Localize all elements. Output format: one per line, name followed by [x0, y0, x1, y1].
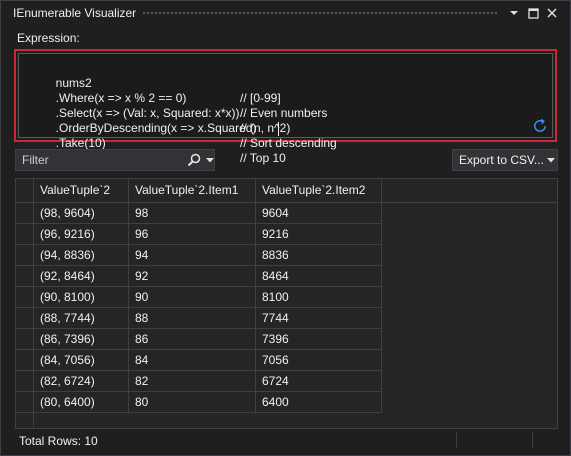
code-line-5: .Take(10) // Top 10	[29, 121, 286, 165]
row-header[interactable]	[16, 350, 34, 370]
table-cell[interactable]: (94, 8836)	[34, 245, 129, 265]
drag-grip[interactable]	[142, 10, 498, 16]
text-caret	[278, 122, 279, 136]
close-icon[interactable]	[544, 5, 560, 21]
table-cell[interactable]: 94	[129, 245, 256, 265]
row-header[interactable]	[16, 287, 34, 307]
table-cell[interactable]: 86	[129, 329, 256, 349]
table-cell[interactable]: (96, 9216)	[34, 224, 129, 244]
code-comment: // [0-99]	[240, 91, 281, 105]
table-cell[interactable]: (80, 6400)	[34, 392, 129, 412]
status-divider	[456, 432, 457, 448]
code-comment: // Top 10	[240, 151, 286, 165]
table-row[interactable]: (82, 6724) 82 6724	[16, 371, 382, 392]
chevron-down-icon[interactable]	[206, 158, 214, 163]
table-cell[interactable]: 8464	[256, 266, 382, 286]
table-cell[interactable]: 82	[129, 371, 256, 391]
row-header[interactable]	[16, 329, 34, 349]
table-cell[interactable]: (82, 6724)	[34, 371, 129, 391]
table-cell[interactable]: (88, 7744)	[34, 308, 129, 328]
export-to-csv-button[interactable]: Export to CSV...	[452, 149, 558, 171]
row-header[interactable]	[16, 392, 34, 412]
expression-label: Expression:	[17, 31, 80, 45]
row-header[interactable]	[16, 224, 34, 244]
table-cell[interactable]: 80	[129, 392, 256, 412]
table-cell[interactable]: 7056	[256, 350, 382, 370]
table-cell[interactable]: 8836	[256, 245, 382, 265]
export-label: Export to CSV...	[459, 153, 544, 167]
maximize-icon[interactable]	[525, 5, 541, 21]
row-header[interactable]	[16, 203, 34, 223]
column-header[interactable]: ValueTuple`2.Item1	[129, 179, 256, 202]
table-cell[interactable]: (92, 8464)	[34, 266, 129, 286]
table-cell[interactable]: 88	[129, 308, 256, 328]
table-row[interactable]: (96, 9216) 96 9216	[16, 224, 382, 245]
filter-placeholder: Filter	[22, 153, 49, 167]
code-line-3: .Select(x => (Val: x, Squared: x*x)) // …	[29, 91, 291, 135]
table-row[interactable]: (94, 8836) 94 8836	[16, 245, 382, 266]
column-header[interactable]: ValueTuple`2	[34, 179, 129, 202]
table-cell[interactable]: (84, 7056)	[34, 350, 129, 370]
code-text: .Take(10)	[55, 136, 106, 150]
status-bar: Total Rows: 10	[1, 429, 570, 453]
expression-editor[interactable]: nums2 // [0-99] .Where(x => x % 2 == 0) …	[18, 53, 553, 165]
table-row[interactable]: (84, 7056) 84 7056	[16, 350, 382, 371]
ienumerable-visualizer-window: IEnumerable Visualizer Expression: nums2…	[0, 0, 571, 456]
expression-highlight: nums2 // [0-99] .Where(x => x % 2 == 0) …	[14, 49, 557, 165]
table-cell[interactable]: 7744	[256, 308, 382, 328]
table-row[interactable]: (80, 6400) 80 6400	[16, 392, 382, 413]
table-row[interactable]: (92, 8464) 92 8464	[16, 266, 382, 287]
table-row[interactable]: (88, 7744) 88 7744	[16, 308, 382, 329]
code-line-4: .OrderByDescending(x => x.Squared) // So…	[29, 106, 337, 150]
table-cell[interactable]: 8100	[256, 287, 382, 307]
row-header[interactable]	[16, 266, 34, 286]
table-cell[interactable]: 90	[129, 287, 256, 307]
code-line-1: nums2 // [0-99]	[29, 61, 281, 105]
title-bar[interactable]: IEnumerable Visualizer	[1, 1, 570, 25]
filter-input[interactable]: Filter	[15, 149, 215, 171]
table-cell[interactable]: 98	[129, 203, 256, 223]
results-grid[interactable]: ValueTuple`2 ValueTuple`2.Item1 ValueTup…	[15, 178, 558, 429]
refresh-icon[interactable]	[532, 118, 548, 134]
code-comment: // Sort descending	[240, 136, 337, 150]
table-row[interactable]: (86, 7396) 86 7396	[16, 329, 382, 350]
total-rows-label: Total Rows: 10	[19, 434, 98, 448]
table-cell[interactable]: 9216	[256, 224, 382, 244]
code-line-2: .Where(x => x % 2 == 0) // Even numbers	[29, 76, 328, 120]
table-row[interactable]: (98, 9604) 98 9604	[16, 203, 382, 224]
table-cell[interactable]: 7396	[256, 329, 382, 349]
chevron-down-icon[interactable]	[547, 158, 555, 163]
table-cell[interactable]: (90, 8100)	[34, 287, 129, 307]
table-cell[interactable]: 96	[129, 224, 256, 244]
search-icon[interactable]	[187, 153, 201, 167]
column-header[interactable]: ValueTuple`2.Item2	[256, 179, 382, 202]
status-divider	[532, 432, 533, 448]
window-title: IEnumerable Visualizer	[13, 6, 137, 20]
row-header-corner	[16, 179, 34, 202]
grid-header: ValueTuple`2 ValueTuple`2.Item1 ValueTup…	[16, 179, 557, 203]
chevron-down-icon[interactable]	[506, 5, 522, 21]
table-cell[interactable]: 84	[129, 350, 256, 370]
table-cell[interactable]: 92	[129, 266, 256, 286]
table-cell[interactable]: 6400	[256, 392, 382, 412]
table-cell[interactable]: (98, 9604)	[34, 203, 129, 223]
table-cell[interactable]: (86, 7396)	[34, 329, 129, 349]
table-row[interactable]: (90, 8100) 90 8100	[16, 287, 382, 308]
row-header[interactable]	[16, 245, 34, 265]
table-cell[interactable]: 9604	[256, 203, 382, 223]
row-header[interactable]	[16, 308, 34, 328]
row-header[interactable]	[16, 371, 34, 391]
table-cell[interactable]: 6724	[256, 371, 382, 391]
